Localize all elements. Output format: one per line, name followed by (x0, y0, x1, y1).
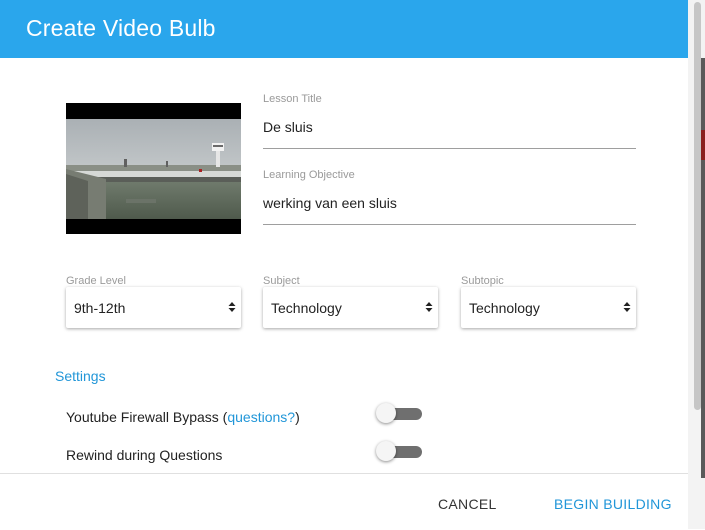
dialog-footer: CANCEL BEGIN BUILDING (0, 473, 688, 530)
subtopic-label: Subtopic (461, 275, 504, 287)
subtopic-value: Technology (469, 300, 540, 316)
background-edge-accent (701, 130, 705, 160)
dialog-header: Create Video Bulb (0, 0, 688, 58)
grade-level-value: 9th-12th (74, 300, 126, 316)
youtube-bypass-toggle[interactable] (376, 403, 422, 425)
youtube-bypass-label-prefix: Youtube Firewall Bypass ( (66, 409, 228, 425)
rewind-label: Rewind during Questions (66, 447, 223, 463)
lesson-title-underline (263, 148, 636, 149)
settings-heading: Settings (55, 368, 106, 384)
begin-building-button[interactable]: BEGIN BUILDING (554, 496, 672, 512)
lesson-title-label: Lesson Title (263, 93, 322, 105)
subject-value: Technology (271, 300, 342, 316)
questions-link[interactable]: questions? (227, 409, 295, 425)
learning-objective-underline (263, 224, 636, 225)
select-arrows-icon (623, 302, 631, 312)
subject-select[interactable]: Technology (263, 287, 438, 328)
dialog-title: Create Video Bulb (26, 15, 216, 41)
learning-objective-input[interactable]: werking van een sluis (263, 195, 397, 211)
subtopic-select[interactable]: Technology (461, 287, 636, 328)
toggle-knob (376, 441, 396, 461)
select-arrows-icon (228, 302, 236, 312)
grade-level-label: Grade Level (66, 275, 126, 287)
select-arrows-icon (425, 302, 433, 312)
toggle-knob (376, 403, 396, 423)
youtube-bypass-label-suffix: ) (295, 409, 300, 425)
rewind-toggle[interactable] (376, 441, 422, 463)
youtube-bypass-label: Youtube Firewall Bypass (questions?) (66, 409, 300, 425)
grade-level-select[interactable]: 9th-12th (66, 287, 241, 328)
learning-objective-label: Learning Objective (263, 169, 355, 181)
video-thumbnail-image (66, 119, 241, 219)
background-edge (701, 58, 705, 478)
video-thumbnail (66, 103, 241, 234)
scrollbar-thumb[interactable] (694, 2, 701, 410)
subject-label: Subject (263, 275, 300, 287)
lesson-title-input[interactable]: De sluis (263, 119, 313, 135)
cancel-button[interactable]: CANCEL (438, 496, 497, 512)
